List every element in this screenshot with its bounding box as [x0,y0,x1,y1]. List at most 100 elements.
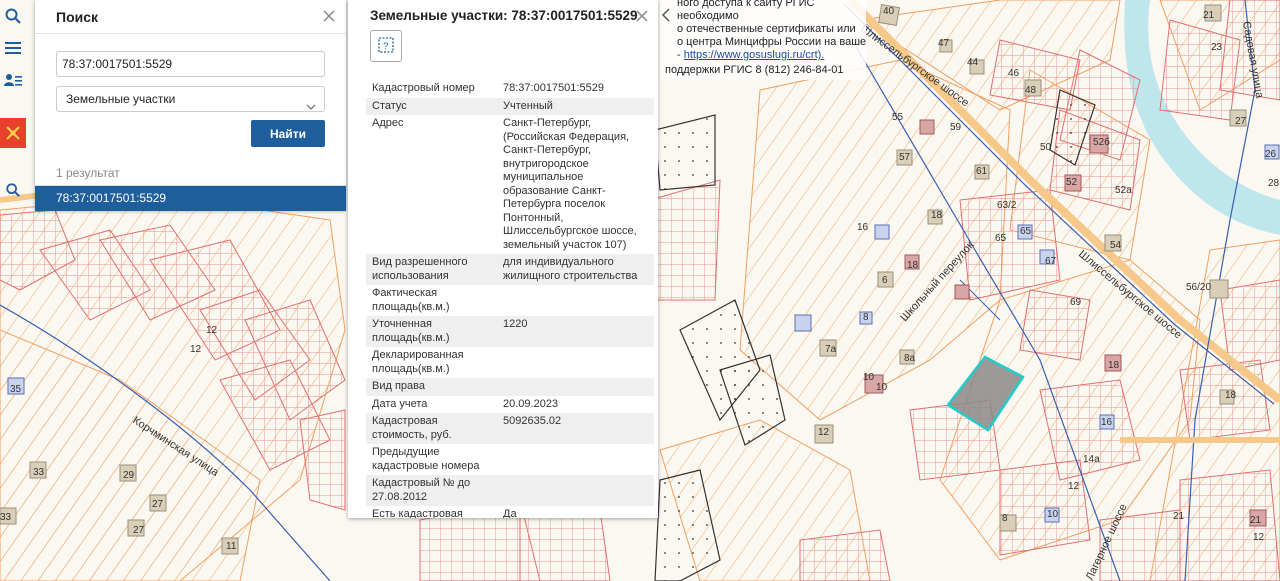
gosuslugi-link[interactable]: https://www.gosuslugi.ru/crt). [684,49,825,61]
attribute-key: Вид права [372,380,425,392]
svg-text:44: 44 [967,57,979,68]
attribute-key: Статус [372,99,407,112]
svg-text:57: 57 [899,152,911,163]
search-tool-button-2[interactable] [0,176,26,204]
svg-text:33: 33 [0,512,12,523]
left-toolbar [0,0,26,197]
table-row: Вид права [366,378,654,396]
svg-text:35: 35 [10,384,22,395]
svg-text:6: 6 [882,275,888,286]
svg-text:59: 59 [950,122,962,133]
table-row: Декларированная площадь(кв.м.) [366,347,654,378]
svg-text:50: 50 [1040,142,1052,153]
user-list-icon [4,72,22,88]
svg-text:12: 12 [1068,481,1080,492]
svg-text:12: 12 [818,427,830,438]
svg-text:28: 28 [1268,178,1280,189]
svg-text:27: 27 [1235,116,1247,127]
attribute-value: 78:37:0017501:5529 [503,82,604,94]
search-tool-button[interactable] [0,2,26,30]
search-icon [5,182,21,198]
table-row: Кадастровый № до 27.08.2012 [366,475,654,506]
svg-text:10: 10 [863,372,875,383]
svg-text:16: 16 [1101,417,1113,428]
attribute-value: 5092635.02 [503,415,562,427]
attribute-value: для индивидуального жилищного строительс… [503,256,638,282]
attribute-value: Учтенный [503,99,553,112]
search-input[interactable] [56,51,325,77]
svg-text:10: 10 [876,382,888,393]
svg-text:27: 27 [152,499,164,510]
search-panel: Поиск Земельные участки Найти 1 результа… [35,0,346,211]
table-row: Есть кадастровая съёмка? Да [366,506,654,518]
close-icon[interactable] [322,9,336,23]
results-count: 1 результат [56,166,120,180]
svg-text:46: 46 [1008,68,1020,79]
spb-emblem-button[interactable] [0,118,26,148]
table-row: Дата учета 20.09.2023 [366,396,654,414]
spb-emblem-icon [3,123,23,143]
zoom-to-parcel-icon: ? [376,35,396,58]
svg-text:12: 12 [1253,532,1265,543]
attribute-key: Вид разрешенного использования [372,256,468,282]
attribute-value [497,378,654,396]
notice-text: ного доступа к сайту РГИС необходимо о о… [677,0,867,61]
attribute-value: 1220 [503,318,528,330]
svg-text:12: 12 [190,344,202,355]
attribute-key: Дата учета [372,397,428,410]
svg-text:18: 18 [907,260,919,271]
svg-text:12: 12 [206,325,218,336]
svg-text:65: 65 [995,233,1007,244]
attribute-key: Есть кадастровая съёмка? [372,508,463,518]
table-row: Кадастровая стоимость, руб. 5092635.02 [366,413,654,444]
svg-text:40: 40 [883,6,895,17]
svg-text:21: 21 [1203,10,1215,21]
attribute-key: Адрес [372,117,404,129]
svg-text:29: 29 [123,470,135,481]
svg-text:26: 26 [1265,149,1277,160]
attribute-value: 20.09.2023 [503,397,559,410]
svg-text:8: 8 [863,312,869,323]
layer-select[interactable]: Земельные участки [56,86,325,112]
attribute-key: Уточненная площадь(кв.м.) [372,318,450,344]
svg-text:10: 10 [1047,509,1059,520]
svg-text:52а: 52а [1115,185,1132,196]
close-icon[interactable] [635,9,649,23]
parcel-info-title: Земельные участки: 78:37:0017501:5529 [370,8,638,23]
menu-button[interactable] [0,34,26,62]
attribute-key: Фактическая площадь(кв.м.) [372,287,450,313]
svg-text:56/20: 56/20 [1186,282,1211,293]
attribute-value: Санкт-Петербург, (Российская Федерация, … [503,117,637,251]
svg-text:48: 48 [1025,85,1037,96]
table-row: Вид разрешенного использования для индиви… [366,254,654,285]
search-icon [4,7,22,25]
svg-text:63/2: 63/2 [997,200,1017,211]
svg-text:52: 52 [1066,177,1078,188]
svg-text:54: 54 [1110,240,1122,251]
attribute-value [497,285,654,316]
svg-text:47: 47 [938,38,950,49]
search-panel-title: Поиск [56,9,99,25]
search-panel-header: Поиск [35,0,346,34]
table-row: Фактическая площадь(кв.м.) [366,285,654,316]
list-item[interactable]: 78:37:0017501:5529 [35,186,346,211]
attribute-value [497,347,654,378]
find-button[interactable]: Найти [251,120,325,147]
svg-text:23: 23 [1211,42,1223,53]
zoom-to-parcel-button[interactable]: ? [370,30,402,62]
parcel-info-panel: Земельные участки: 78:37:0017501:5529 ? … [348,0,658,518]
svg-text:16: 16 [857,222,869,233]
svg-text:33: 33 [33,467,45,478]
chevron-left-icon[interactable] [661,8,671,26]
users-button[interactable] [0,66,26,94]
svg-text:?: ? [383,41,388,51]
svg-text:61: 61 [976,166,988,177]
svg-text:7а: 7а [825,344,837,355]
svg-text:21: 21 [1250,515,1262,526]
table-row: Предыдущие кадастровые номера [366,444,654,475]
attribute-key: Кадастровый номер [372,82,475,94]
layer-select-value: Земельные участки [66,92,176,106]
svg-text:18: 18 [931,210,943,221]
attribute-key: Кадастровый № до 27.08.2012 [372,477,471,503]
svg-text:52б: 52б [1093,136,1110,148]
